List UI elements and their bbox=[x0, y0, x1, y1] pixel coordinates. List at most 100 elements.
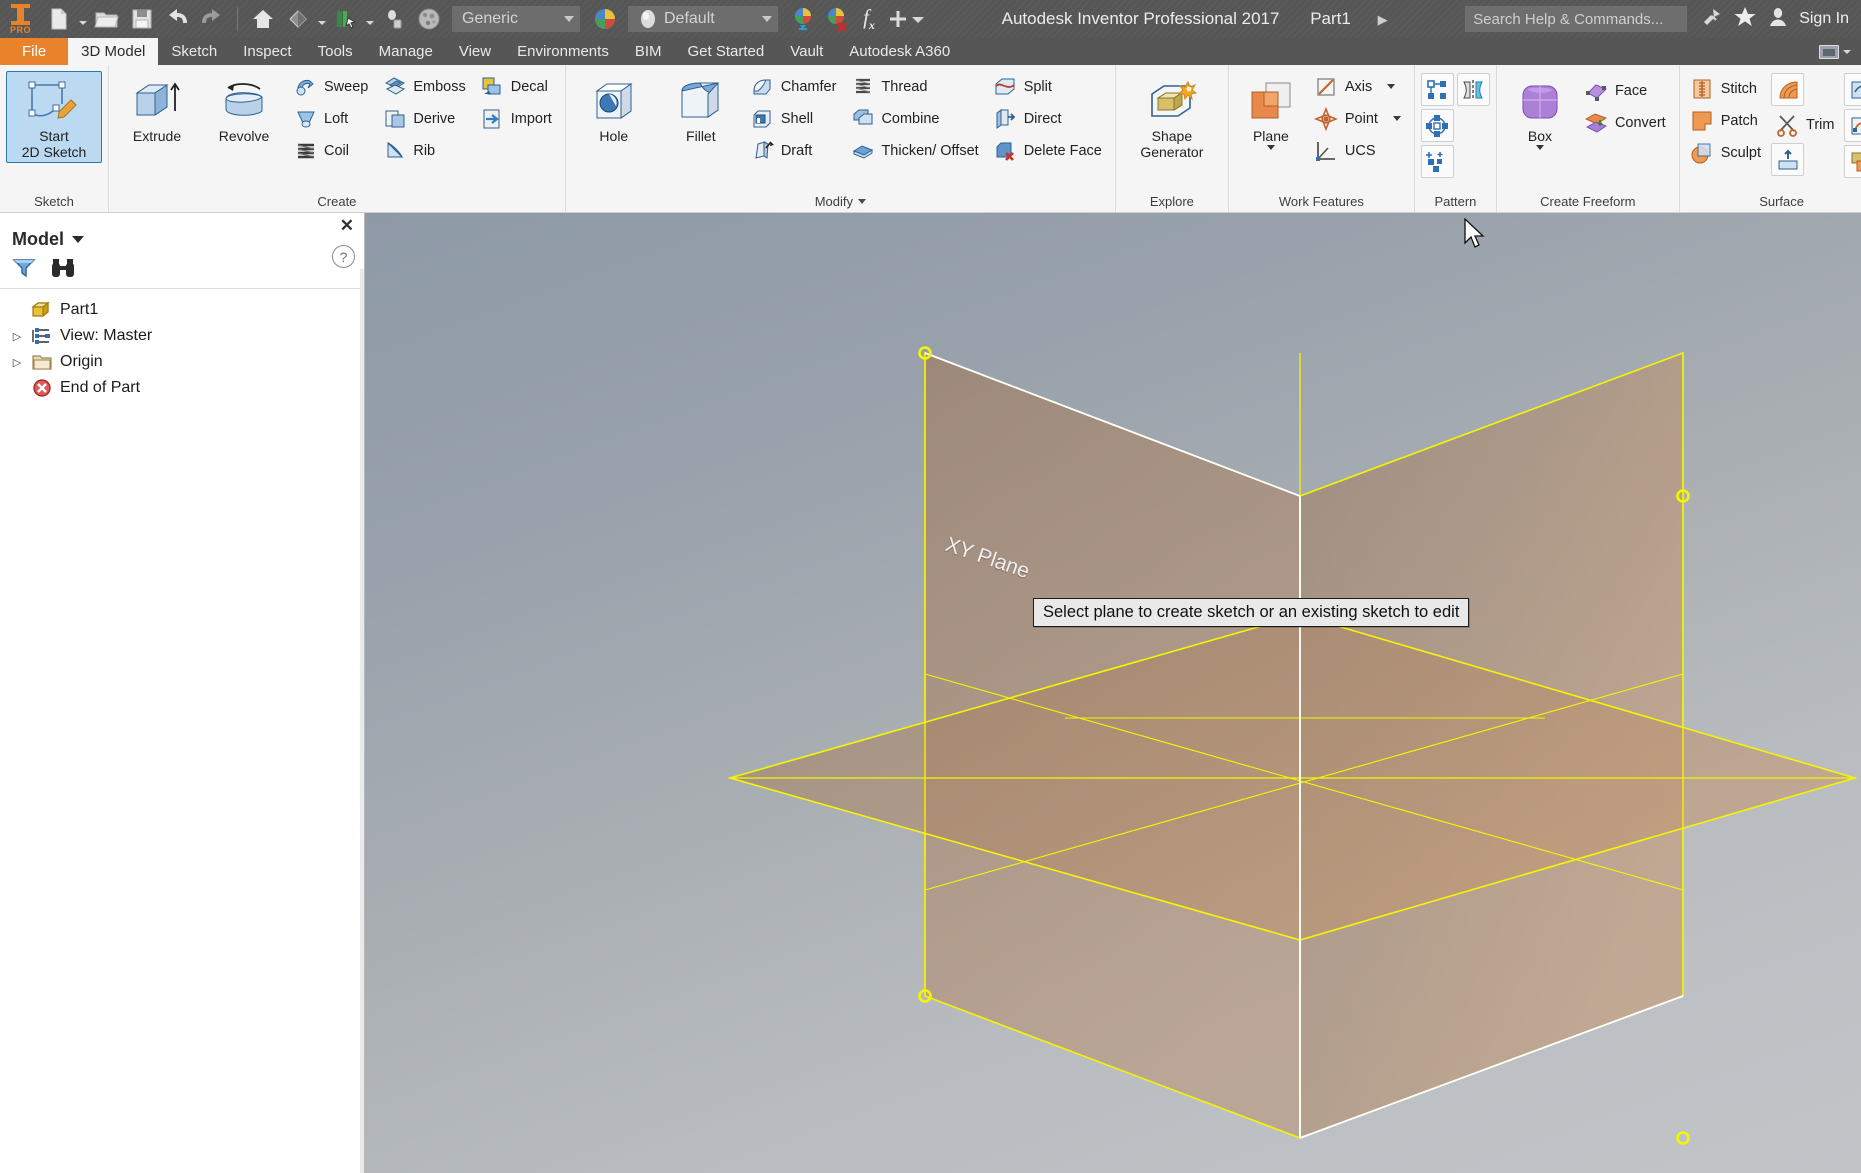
boundary-patch-icon[interactable] bbox=[1844, 109, 1861, 142]
3d-viewport[interactable]: XY Plane Select plane to create sketch o… bbox=[365, 213, 1861, 1173]
coil-button[interactable]: Coil bbox=[289, 135, 375, 166]
extend-icon[interactable] bbox=[1771, 143, 1805, 176]
panel-label-modify[interactable]: Modify bbox=[566, 190, 1115, 212]
tab-3d-model[interactable]: 3D Model bbox=[68, 38, 159, 65]
redo-icon[interactable] bbox=[195, 2, 229, 36]
chevron-down-icon[interactable] bbox=[1843, 49, 1851, 54]
extrude-button[interactable]: Extrude bbox=[115, 71, 199, 147]
tab-view[interactable]: View bbox=[446, 38, 504, 65]
replace-face-icon[interactable] bbox=[1844, 73, 1861, 106]
derive-button[interactable]: Derive bbox=[378, 103, 472, 134]
appearance-swatch-icon[interactable] bbox=[588, 2, 622, 36]
tree-item-origin[interactable]: ▷ Origin bbox=[8, 349, 364, 375]
point-button[interactable]: Point bbox=[1310, 103, 1408, 134]
mirror-icon[interactable] bbox=[1456, 73, 1490, 106]
chevron-down-icon[interactable] bbox=[1392, 116, 1401, 121]
tab-get-started[interactable]: Get Started bbox=[675, 38, 778, 65]
start-2d-sketch-button[interactable]: Start 2D Sketch bbox=[6, 71, 102, 164]
fillet-button[interactable]: Fillet bbox=[659, 71, 743, 147]
help-icon[interactable]: ? bbox=[332, 245, 355, 268]
material-dropdown-icon[interactable] bbox=[364, 2, 376, 36]
user-icon[interactable] bbox=[1767, 6, 1789, 33]
tree-expander[interactable]: ▷ bbox=[10, 330, 24, 343]
chevron-down-icon[interactable] bbox=[1535, 145, 1544, 151]
emboss-button[interactable]: Emboss bbox=[378, 71, 472, 102]
rib-button[interactable]: Rib bbox=[378, 135, 472, 166]
thicken-offset-button[interactable]: Thicken/ Offset bbox=[846, 135, 985, 166]
close-icon[interactable]: ✕ bbox=[340, 217, 354, 234]
tree-item-part1[interactable]: Part1 bbox=[8, 297, 364, 323]
convert-button[interactable]: Convert bbox=[1580, 107, 1673, 138]
tab-autodesk-a360[interactable]: Autodesk A360 bbox=[836, 38, 963, 65]
tree-item-view-master[interactable]: ▷ View: Master bbox=[8, 323, 364, 349]
material-browser-icon[interactable] bbox=[329, 2, 363, 36]
thread-button[interactable]: Thread bbox=[846, 71, 985, 102]
ucs-button[interactable]: UCS bbox=[1310, 135, 1408, 166]
shell-button[interactable]: Shell bbox=[746, 103, 844, 134]
import-button[interactable]: Import bbox=[476, 103, 559, 134]
loft-button[interactable]: Loft bbox=[289, 103, 375, 134]
tree-item-end-of-part[interactable]: End of Part bbox=[8, 375, 364, 401]
add-command-icon[interactable] bbox=[884, 2, 912, 36]
direct-button[interactable]: Direct bbox=[989, 103, 1109, 134]
material-sphere-icon[interactable] bbox=[412, 2, 446, 36]
patch-button[interactable]: Patch bbox=[1686, 105, 1768, 136]
material-selector[interactable]: Generic bbox=[452, 6, 580, 32]
axis-button[interactable]: Axis bbox=[1310, 71, 1408, 102]
ribbon-minimize-icon[interactable] bbox=[1819, 44, 1839, 59]
tab-sketch[interactable]: Sketch bbox=[158, 38, 230, 65]
appearance-icon[interactable] bbox=[281, 2, 315, 36]
search-input[interactable]: Search Help & Commands... bbox=[1465, 6, 1688, 32]
tab-manage[interactable]: Manage bbox=[366, 38, 446, 65]
sculpt-button[interactable]: Sculpt bbox=[1686, 137, 1768, 168]
revolve-button[interactable]: Revolve bbox=[202, 71, 286, 147]
ribbon-display-options[interactable] bbox=[1819, 38, 1861, 65]
chevron-down-icon[interactable] bbox=[1266, 145, 1275, 151]
measure-icon[interactable] bbox=[377, 2, 411, 36]
shape-generator-button[interactable]: Shape Generator bbox=[1122, 71, 1222, 163]
customize-qat-icon[interactable] bbox=[912, 2, 924, 36]
undo-icon[interactable] bbox=[160, 2, 194, 36]
document-switch-icon[interactable]: ▶ bbox=[1378, 12, 1388, 28]
tab-file[interactable]: File bbox=[0, 38, 69, 65]
clear-appearance-icon[interactable] bbox=[820, 2, 854, 36]
copy-object-icon[interactable] bbox=[1844, 145, 1861, 178]
chevron-down-icon[interactable] bbox=[1387, 84, 1396, 89]
sketch-driven-pattern-icon[interactable] bbox=[1420, 145, 1454, 178]
split-button[interactable]: Split bbox=[989, 71, 1109, 102]
trim-button[interactable]: Trim bbox=[1771, 109, 1841, 140]
ruled-surface-icon[interactable] bbox=[1771, 73, 1805, 106]
tab-bim[interactable]: BIM bbox=[622, 38, 675, 65]
circular-pattern-icon[interactable] bbox=[1420, 109, 1454, 142]
decal-button[interactable]: Decal bbox=[476, 71, 559, 102]
satellite-icon[interactable] bbox=[1701, 6, 1723, 33]
hole-button[interactable]: Hole bbox=[572, 71, 656, 147]
new-file-dropdown-icon[interactable] bbox=[77, 2, 89, 36]
save-icon[interactable] bbox=[125, 2, 159, 36]
tab-tools[interactable]: Tools bbox=[305, 38, 366, 65]
delete-face-button[interactable]: Delete Face bbox=[989, 135, 1109, 166]
chamfer-button[interactable]: Chamfer bbox=[746, 71, 844, 102]
fx-parameters-icon[interactable]: fx bbox=[854, 2, 884, 36]
star-icon[interactable] bbox=[1733, 5, 1757, 34]
sweep-button[interactable]: Sweep bbox=[289, 71, 375, 102]
tab-environments[interactable]: Environments bbox=[504, 38, 622, 65]
appearance-selector[interactable]: Default bbox=[628, 6, 778, 32]
stitch-button[interactable]: Stitch bbox=[1686, 73, 1768, 104]
draft-button[interactable]: Draft bbox=[746, 135, 844, 166]
new-file-icon[interactable] bbox=[42, 2, 76, 36]
face-button[interactable]: Face bbox=[1580, 75, 1673, 106]
sign-in-button[interactable]: Sign In bbox=[1799, 10, 1849, 28]
tab-inspect[interactable]: Inspect bbox=[230, 38, 304, 65]
open-file-icon[interactable] bbox=[90, 2, 124, 36]
binoculars-icon[interactable] bbox=[50, 257, 76, 284]
plane-button[interactable]: Plane bbox=[1235, 71, 1307, 153]
appearance-dropdown-icon[interactable] bbox=[316, 2, 328, 36]
adjust-appearance-icon[interactable] bbox=[786, 2, 820, 36]
box-button[interactable]: Box bbox=[1503, 71, 1577, 153]
plane-handle[interactable] bbox=[1676, 1131, 1690, 1145]
browser-title[interactable]: Model bbox=[0, 213, 364, 253]
tree-expander[interactable]: ▷ bbox=[10, 356, 24, 369]
tab-vault[interactable]: Vault bbox=[777, 38, 836, 65]
home-icon[interactable] bbox=[246, 2, 280, 36]
